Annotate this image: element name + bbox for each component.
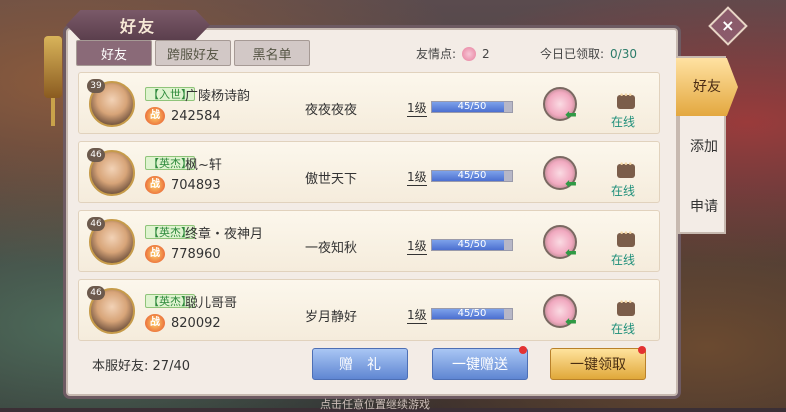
tab-cross-server-friends[interactable]: 跨服好友 [155, 40, 231, 66]
send-gift-button[interactable]: ⬅ [543, 156, 577, 192]
count-label: 本服好友: [92, 359, 149, 374]
friends-list[interactable]: 39 【入世】 广陵杨诗韵 战 242584 夜夜夜夜 1级 45/50 ⬅ 在… [78, 72, 660, 342]
friendship-level: 1级 [407, 308, 427, 324]
chat-icon[interactable] [617, 298, 635, 316]
online-status: 在线 [611, 322, 636, 336]
window-title-plate: 好友 [66, 10, 210, 40]
guild-name: 夜夜夜夜 [305, 103, 358, 118]
player-name: 广陵杨诗韵 [185, 89, 251, 104]
arrow-icon: ⬅ [565, 176, 577, 192]
friendship-progress-bar: 45/50 [431, 308, 513, 320]
online-status: 在线 [611, 115, 636, 129]
friendship-value: 2 [482, 46, 490, 61]
arrow-icon: ⬅ [565, 314, 577, 330]
chat-icon[interactable] [617, 91, 635, 109]
player-level-badge: 46 [87, 217, 105, 231]
player-name: 终章・夜神月 [185, 227, 264, 242]
send-all-button[interactable]: 一键赠送 [432, 348, 528, 380]
notification-dot [519, 346, 527, 354]
side-tab-requests[interactable]: 申请 [680, 196, 728, 216]
player-level-badge: 46 [87, 148, 105, 162]
arrow-icon: ⬅ [565, 245, 577, 261]
progress-text: 45/50 [457, 239, 487, 250]
player-name: 枫~轩 [185, 158, 222, 173]
combat-power-icon: 战 [145, 245, 165, 263]
claimed-today: 今日已领取: 0/30 [540, 45, 637, 62]
combat-power-icon: 战 [145, 176, 165, 194]
continue-hint: 点击任意位置继续游戏 [320, 398, 430, 411]
claimed-label: 今日已领取: [540, 47, 605, 61]
close-icon: × [721, 16, 735, 35]
tab-blacklist[interactable]: 黑名单 [234, 40, 310, 66]
chat-icon[interactable] [617, 160, 635, 178]
combat-power: 242584 [171, 109, 221, 124]
friendship-level: 1级 [407, 101, 427, 117]
side-tab-friends[interactable]: 好友 [676, 58, 738, 116]
guild-name: 傲世天下 [305, 172, 358, 187]
friendship-level: 1级 [407, 170, 427, 186]
player-level-badge: 39 [87, 79, 105, 93]
friendship-level: 1级 [407, 239, 427, 255]
combat-power-icon: 战 [145, 107, 165, 125]
tab-friends[interactable]: 好友 [76, 40, 152, 66]
side-tab-add[interactable]: 添加 [680, 136, 728, 156]
player-name: 聪儿哥哥 [185, 296, 238, 311]
friendship-progress-bar: 45/50 [431, 239, 513, 251]
sakura-icon [462, 46, 477, 61]
friend-row[interactable]: 46 【英杰】 枫~轩 战 704893 傲世天下 1级 45/50 ⬅ 在线 [78, 141, 660, 203]
guild-name: 一夜知秋 [305, 241, 358, 256]
combat-power: 820092 [171, 316, 221, 331]
send-gift-button[interactable]: ⬅ [543, 294, 577, 330]
send-gift-button[interactable]: ⬅ [543, 225, 577, 261]
online-status: 在线 [611, 184, 636, 198]
gift-button[interactable]: 赠 礼 [312, 348, 408, 380]
guild-name: 岁月静好 [305, 310, 358, 325]
friend-row[interactable]: 46 【英杰】 聪儿哥哥 战 820092 岁月静好 1级 45/50 ⬅ 在线 [78, 279, 660, 341]
arrow-icon: ⬅ [565, 107, 577, 123]
combat-power-icon: 战 [145, 314, 165, 332]
friend-row[interactable]: 46 【英杰】 终章・夜神月 战 778960 一夜知秋 1级 45/50 ⬅ … [78, 210, 660, 272]
lantern-decoration [44, 36, 62, 126]
claim-all-button[interactable]: 一键领取 [550, 348, 646, 380]
combat-power: 778960 [171, 247, 221, 262]
count-value: 27/40 [152, 359, 190, 374]
progress-text: 45/50 [457, 170, 487, 181]
chat-icon[interactable] [617, 229, 635, 247]
player-level-badge: 46 [87, 286, 105, 300]
window-title: 好友 [119, 17, 156, 36]
tab-bar: 好友 跨服好友 黑名单 [76, 40, 310, 66]
online-status: 在线 [611, 253, 636, 267]
friend-row[interactable]: 39 【入世】 广陵杨诗韵 战 242584 夜夜夜夜 1级 45/50 ⬅ 在… [78, 72, 660, 134]
friendship-progress-bar: 45/50 [431, 170, 513, 182]
send-gift-button[interactable]: ⬅ [543, 87, 577, 123]
progress-text: 45/50 [457, 101, 487, 112]
claimed-value: 0/30 [610, 47, 637, 61]
friendship-label: 友情点: [416, 47, 457, 61]
combat-power: 704893 [171, 178, 221, 193]
side-tab-bar: 好友 添加 申请 [676, 56, 738, 234]
friendship-progress-bar: 45/50 [431, 101, 513, 113]
server-friend-count: 本服好友: 27/40 [92, 355, 190, 374]
notification-dot [638, 346, 646, 354]
friendship-points: 友情点: 2 [416, 45, 490, 62]
progress-text: 45/50 [457, 308, 487, 319]
